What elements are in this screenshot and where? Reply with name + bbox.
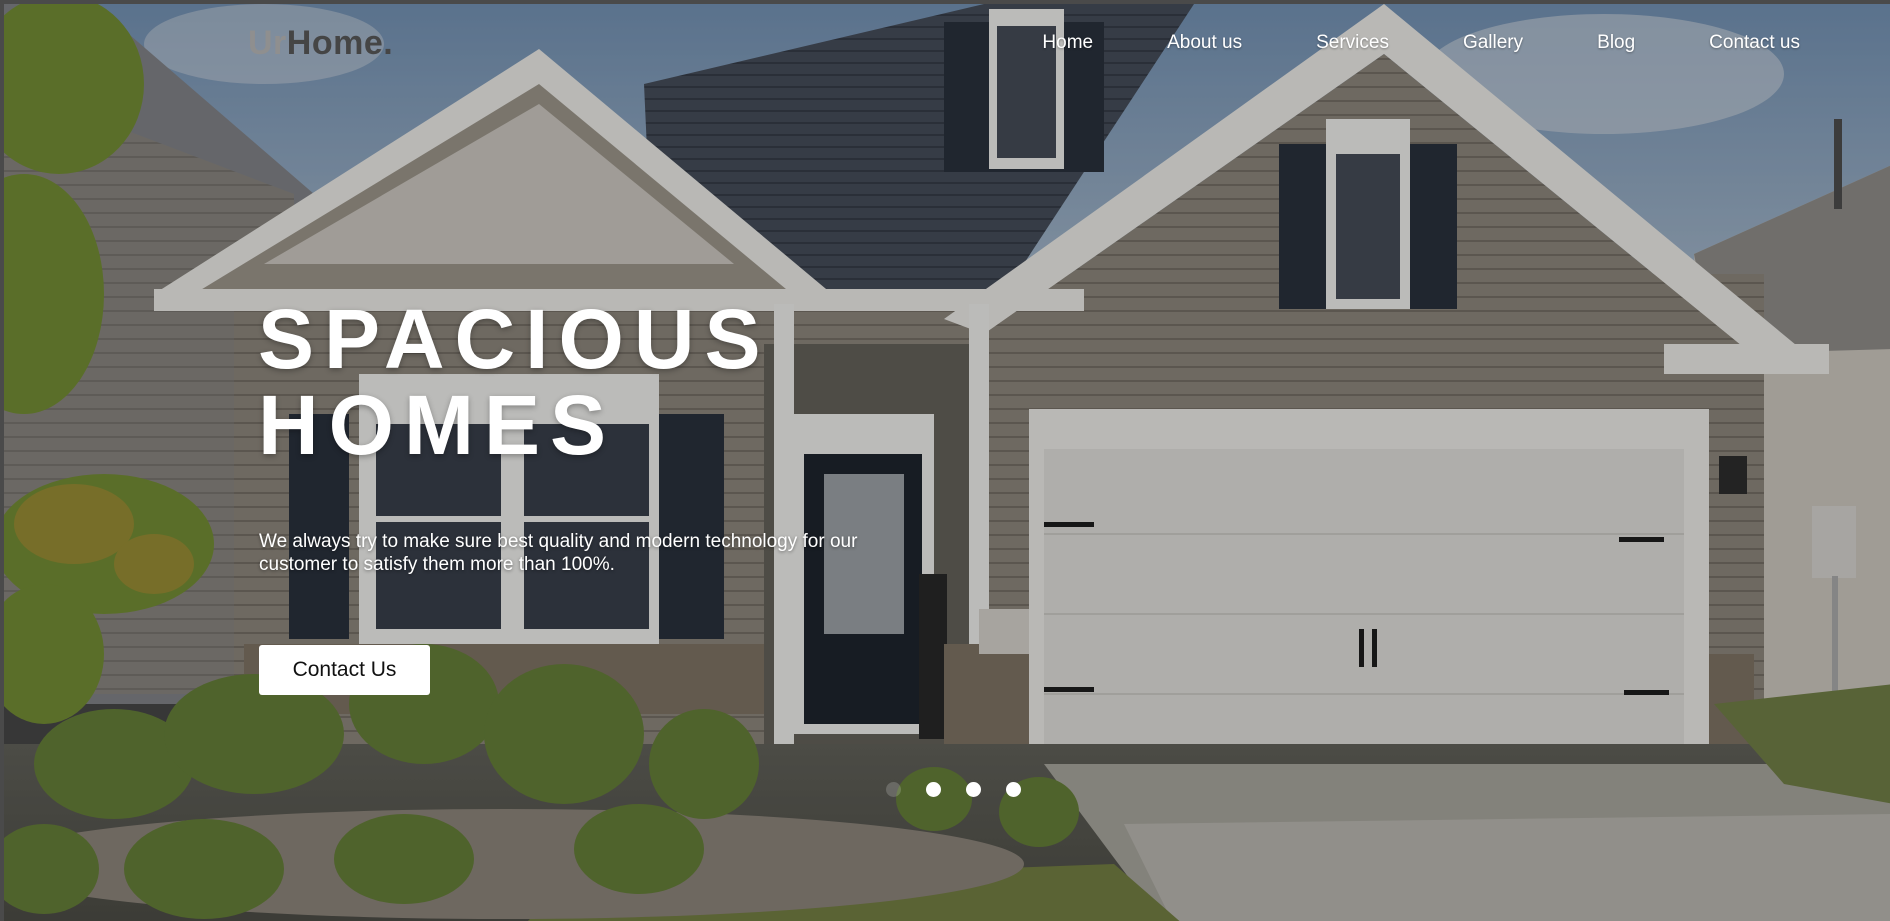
carousel-dot-1[interactable]	[886, 782, 901, 797]
carousel-dot-4[interactable]	[1006, 782, 1021, 797]
nav-link-blog[interactable]: Blog	[1597, 32, 1635, 54]
carousel-dot-3[interactable]	[966, 782, 981, 797]
nav-link-services[interactable]: Services	[1316, 32, 1389, 54]
brand-logo[interactable]: UrHome.	[248, 24, 393, 63]
logo-prefix: Ur	[248, 24, 287, 62]
headline-line-2: HOMES	[258, 378, 617, 472]
carousel-indicators	[886, 782, 1021, 797]
main-nav: Home About us Services Gallery Blog Cont…	[968, 32, 1800, 54]
contact-us-button[interactable]: Contact Us	[259, 645, 430, 695]
hero-tagline: We always try to make sure best quality …	[259, 531, 858, 575]
navbar: UrHome. Home About us Services Gallery B…	[4, 4, 1890, 84]
carousel-dot-2[interactable]	[926, 782, 941, 797]
headline-line-1: SPACIOUS	[258, 292, 771, 386]
nav-link-gallery[interactable]: Gallery	[1463, 32, 1523, 54]
nav-link-home[interactable]: Home	[1042, 32, 1093, 54]
nav-link-about-us[interactable]: About us	[1167, 32, 1242, 54]
hero-headline: SPACIOUS HOMES	[258, 296, 771, 468]
hero-section: UrHome. Home About us Services Gallery B…	[0, 0, 1890, 921]
logo-suffix: Home.	[286, 24, 394, 62]
nav-link-contact-us[interactable]: Contact us	[1709, 32, 1800, 54]
